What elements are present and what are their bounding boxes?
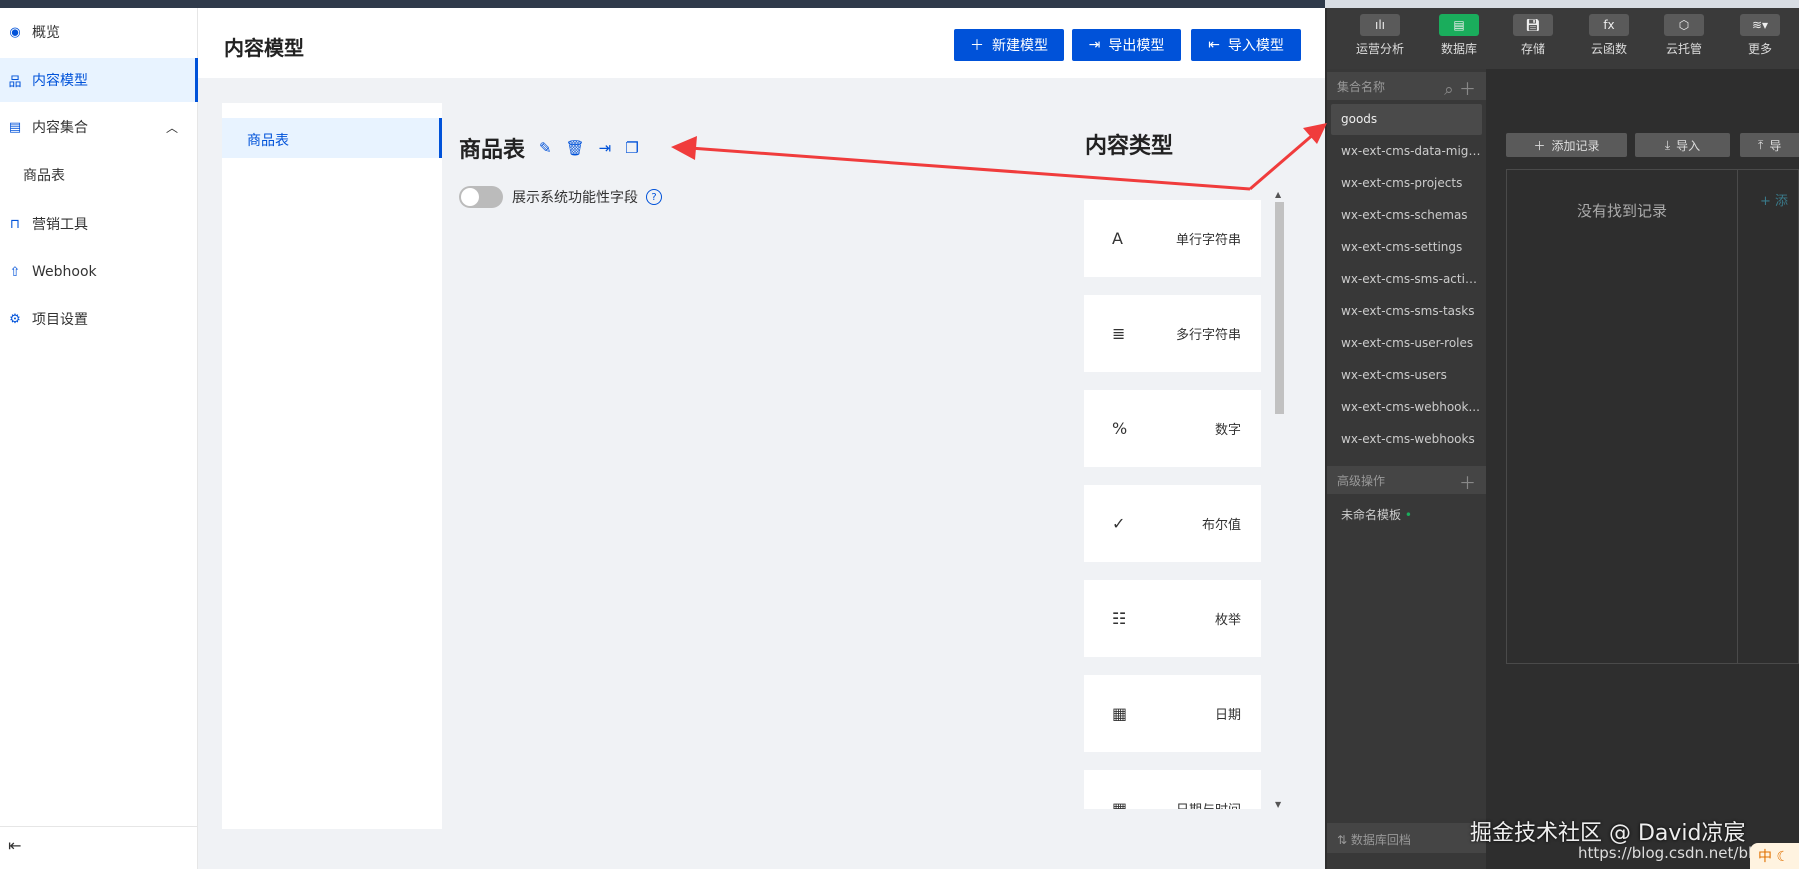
annotation-arrows: [671, 123, 1327, 191]
toolbar-more[interactable]: ≋▾ 更多: [1730, 14, 1790, 57]
watermark: 掘金技术社区 @ David凉宸: [1470, 821, 1746, 846]
database-icon: ▤: [1439, 14, 1479, 36]
moon-icon: ☾: [1776, 849, 1790, 865]
watermark-url: https://blog.csdn.net/blue_: [1578, 844, 1779, 862]
toolbar-function[interactable]: fx 云函数: [1579, 14, 1639, 57]
arrow-line: [1249, 131, 1316, 191]
arrow-line: [689, 146, 1251, 191]
hosting-icon: ⬡: [1664, 14, 1704, 36]
toolbar-analytics[interactable]: ılı 运营分析: [1350, 14, 1410, 57]
ime-indicator[interactable]: 中 ☾: [1750, 843, 1799, 869]
arrow-head: [671, 136, 697, 160]
toolbar-hosting[interactable]: ⬡ 云托管: [1654, 14, 1714, 57]
storage-icon: 💾︎: [1513, 14, 1553, 36]
more-icon: ≋▾: [1740, 14, 1780, 36]
function-icon: fx: [1589, 14, 1629, 36]
toolbar-database[interactable]: ▤ 数据库: [1429, 14, 1489, 57]
analytics-icon: ılı: [1360, 14, 1400, 36]
toolbar-storage[interactable]: 💾︎ 存储: [1503, 14, 1563, 57]
